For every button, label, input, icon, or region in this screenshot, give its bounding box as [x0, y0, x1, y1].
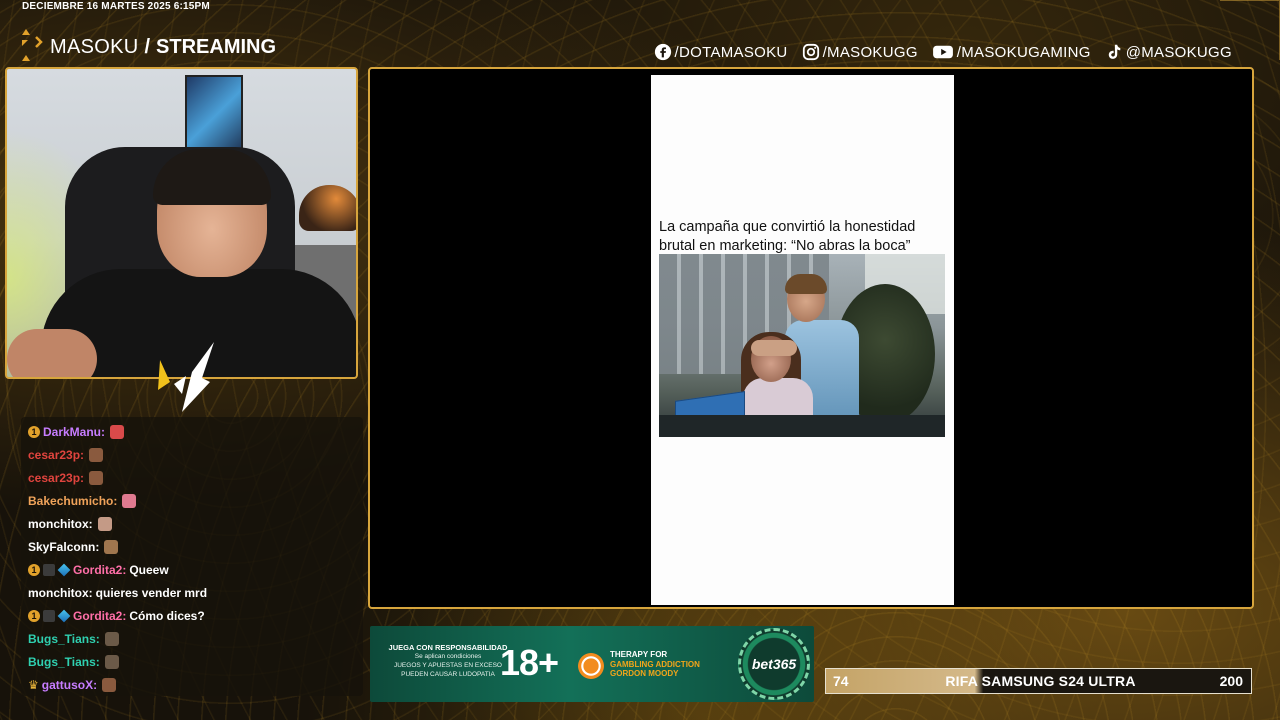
chat-username[interactable]: monchitox: — [28, 517, 93, 531]
rg-line: PUEDEN CAUSAR LUDOPATIA — [401, 671, 495, 678]
therapy-line: GORDON MOODY — [610, 669, 679, 678]
emote-icon — [97, 516, 112, 531]
video-player[interactable]: La campaña que convirtió la honestidad b… — [368, 67, 1254, 609]
brand-name: MASOKU — [50, 35, 139, 58]
chat-username[interactable]: Bakechumicho: — [28, 494, 117, 508]
raffle-title: RIFA SAMSUNG S24 ULTRA — [945, 673, 1136, 689]
photo-bench — [659, 415, 945, 437]
chat-message: monchitox: — [28, 512, 356, 535]
social-facebook[interactable]: /DOTAMASOKU — [654, 43, 788, 61]
tiktok-icon — [1108, 44, 1121, 59]
chat-username[interactable]: SkyFalconn: — [28, 540, 99, 554]
chat-message-text: Queew — [129, 562, 169, 577]
emote-icon — [110, 424, 125, 439]
chat-message: 1 Gordita2: Queew — [28, 558, 356, 581]
chat-message: cesar23p: — [28, 466, 356, 489]
chat-username[interactable]: gattusoX: — [42, 678, 97, 692]
chat-username[interactable]: Bugs_Tians: — [28, 632, 100, 646]
sponsor-brand: bet365 — [751, 656, 797, 672]
bet365-chip-logo: bet365 — [738, 628, 810, 700]
social-handle: @MASOKUGG — [1125, 43, 1232, 61]
chat-panel: 1 DarkManu: cesar23p: cesar23p: Bakechumicho… — [21, 417, 363, 696]
therapy-text: THERAPY FOR GAMBLING ADDICTION GORDON MO… — [610, 650, 700, 679]
emote-icon — [104, 654, 119, 669]
chat-username[interactable]: DarkManu: — [43, 425, 105, 439]
social-youtube[interactable]: /MASOKUGAMING — [932, 43, 1091, 61]
social-handle: /MASOKUGAMING — [956, 43, 1091, 61]
raffle-progress-bar: 74 RIFA SAMSUNG S24 ULTRA 200 — [825, 668, 1252, 694]
social-handle: /DOTAMASOKU — [674, 43, 788, 61]
rg-line: Se aplican condiciones — [414, 653, 482, 660]
gordon-moody-icon — [576, 651, 606, 681]
chat-message-text: Cómo dices? — [129, 608, 205, 623]
brand-separator: / — [144, 35, 151, 58]
social-tiktok[interactable]: @MASOKUGG — [1105, 43, 1232, 61]
chat-message: cesar23p: — [28, 443, 356, 466]
chat-username[interactable]: monchitox: — [28, 586, 93, 600]
subscriber-badge-icon: 1 — [28, 563, 40, 576]
crown-badge-icon: ♛ — [28, 677, 39, 692]
photo-hands — [751, 340, 797, 356]
stream-datetime: DECIEMBRE 16 MARTES 2025 6:15PM — [22, 1, 210, 12]
youtube-icon — [932, 45, 953, 59]
chat-message: ♛ gattusoX: — [28, 673, 356, 696]
age-restriction: 18+ — [500, 642, 559, 683]
webcam-streamer-arm — [7, 329, 97, 377]
webcam-helmet — [299, 185, 356, 231]
social-links: /DOTAMASOKU /MASOKUGG /MASOKUGAMING @MAS… — [654, 40, 1232, 64]
chat-username[interactable]: Gordita2: — [73, 563, 126, 577]
brand-arrows-icon — [20, 27, 50, 67]
rg-line: JUEGOS Y APUESTAS EN EXCESO — [393, 662, 502, 669]
chat-username[interactable]: Gordita2: — [73, 609, 126, 623]
chat-message-text: quieres vender mrd — [95, 585, 208, 600]
emote-icon — [122, 493, 137, 508]
instagram-icon — [802, 43, 819, 61]
chat-username[interactable]: cesar23p: — [28, 448, 84, 462]
therapy-line: THERAPY FOR — [610, 650, 668, 659]
chat-message: Bugs_Tians: — [28, 650, 356, 673]
webcam-feed — [5, 67, 358, 379]
chat-username[interactable]: Bugs_Tians: — [28, 655, 100, 669]
subscriber-badge-icon: 1 — [28, 425, 40, 438]
facebook-icon — [654, 43, 671, 61]
emote-icon — [89, 470, 104, 485]
video-content: La campaña que convirtió la honestidad b… — [651, 75, 954, 605]
chat-message: Bugs_Tians: — [28, 627, 356, 650]
chat-message: 1 Gordita2: Cómo dices? — [28, 604, 356, 627]
social-handle: /MASOKUGG — [822, 43, 918, 61]
brand-title: MASOKU / STREAMING — [20, 29, 277, 62]
chat-message: monchitox: quieres vender mrd — [28, 581, 356, 604]
responsible-gaming-text: JUEGA CON RESPONSABILIDAD Se aplican con… — [388, 643, 508, 679]
sponsor-banner[interactable]: JUEGA CON RESPONSABILIDAD Se aplican con… — [370, 626, 814, 702]
chat-message: SkyFalconn: — [28, 535, 356, 558]
video-headline: La campaña que convirtió la honestidad b… — [659, 219, 916, 254]
emote-icon — [102, 677, 117, 692]
rg-title: JUEGA CON RESPONSABILIDAD — [388, 643, 508, 652]
video-photo — [659, 254, 945, 437]
subscriber-badge-icon: 1 — [28, 609, 40, 622]
channel-mascot-icon — [158, 342, 214, 412]
chat-message: Bakechumicho: — [28, 489, 356, 512]
gift-badge-icon — [43, 609, 55, 622]
raffle-goal: 200 — [1219, 673, 1243, 689]
emote-icon — [89, 447, 104, 462]
therapy-line: GAMBLING ADDICTION — [610, 659, 700, 669]
chat-username[interactable]: cesar23p: — [28, 471, 84, 485]
social-instagram[interactable]: /MASOKUGG — [802, 43, 918, 61]
gift-badge-icon — [43, 563, 55, 576]
emote-icon — [104, 631, 119, 646]
gem-badge-icon — [57, 563, 71, 576]
chat-message: 1 DarkManu: — [28, 420, 356, 443]
brand-section: STREAMING — [156, 35, 277, 58]
photo-man-hair — [785, 274, 827, 294]
gem-badge-icon — [57, 609, 71, 622]
raffle-current: 74 — [833, 673, 849, 689]
emote-icon — [104, 539, 119, 554]
